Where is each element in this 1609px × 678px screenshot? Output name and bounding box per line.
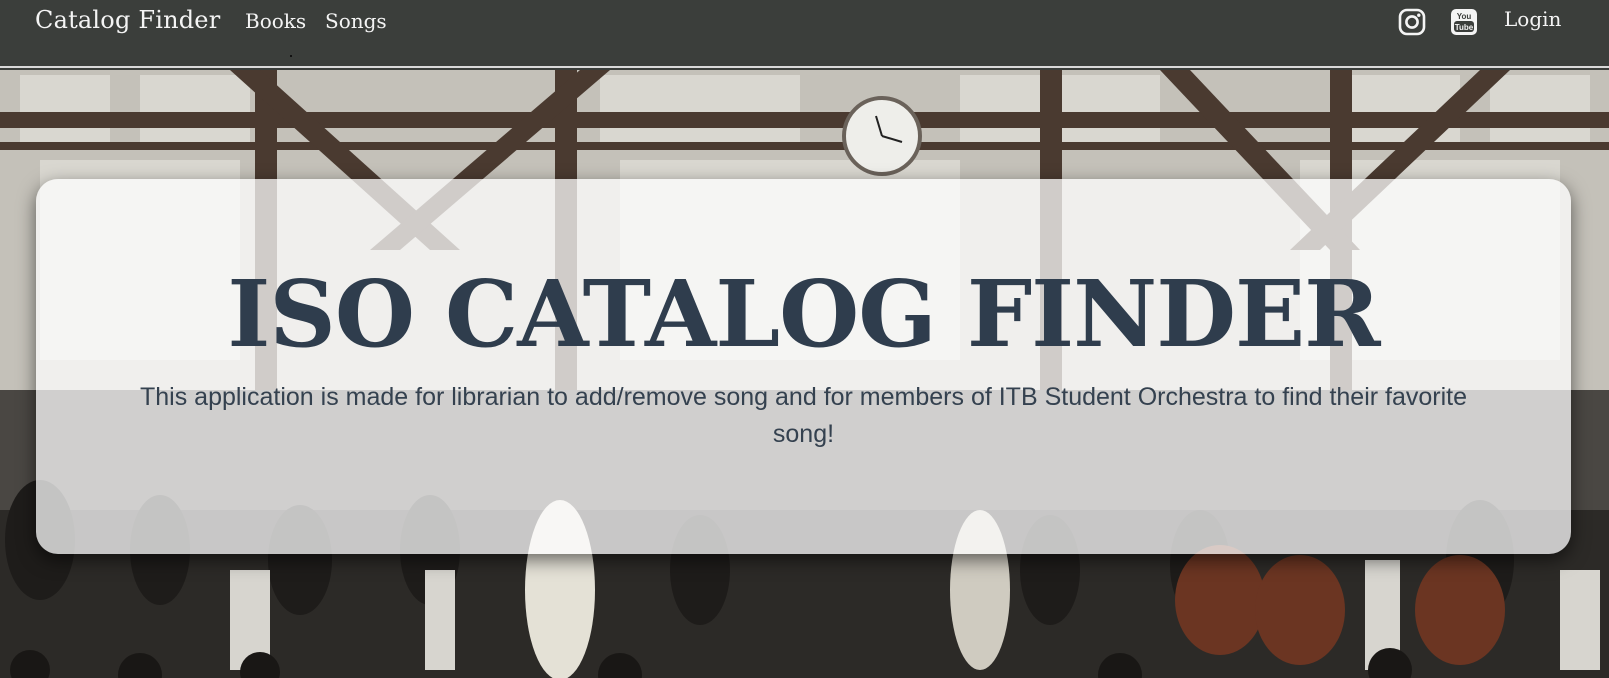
login-link[interactable]: Login xyxy=(1504,7,1561,31)
nav-link-songs[interactable]: Songs xyxy=(325,9,387,33)
hero-title: ISO CATALOG FINDER xyxy=(227,260,1380,368)
instagram-icon[interactable] xyxy=(1398,8,1426,36)
svg-text:Tube: Tube xyxy=(1455,23,1474,32)
hero-card: ISO CATALOG FINDER This application is m… xyxy=(36,179,1571,554)
brand-link[interactable]: Catalog Finder xyxy=(35,6,220,34)
svg-text:You: You xyxy=(1457,12,1472,21)
nav-divider-dot xyxy=(290,55,292,57)
hero-description: This application is made for librarian t… xyxy=(139,383,1468,448)
hero-section: ISO CATALOG FINDER This application is m… xyxy=(0,70,1609,678)
top-navbar: Catalog Finder Books Songs You Tube Logi… xyxy=(0,0,1609,68)
youtube-icon[interactable]: You Tube xyxy=(1450,8,1478,36)
nav-link-books[interactable]: Books xyxy=(245,9,306,33)
